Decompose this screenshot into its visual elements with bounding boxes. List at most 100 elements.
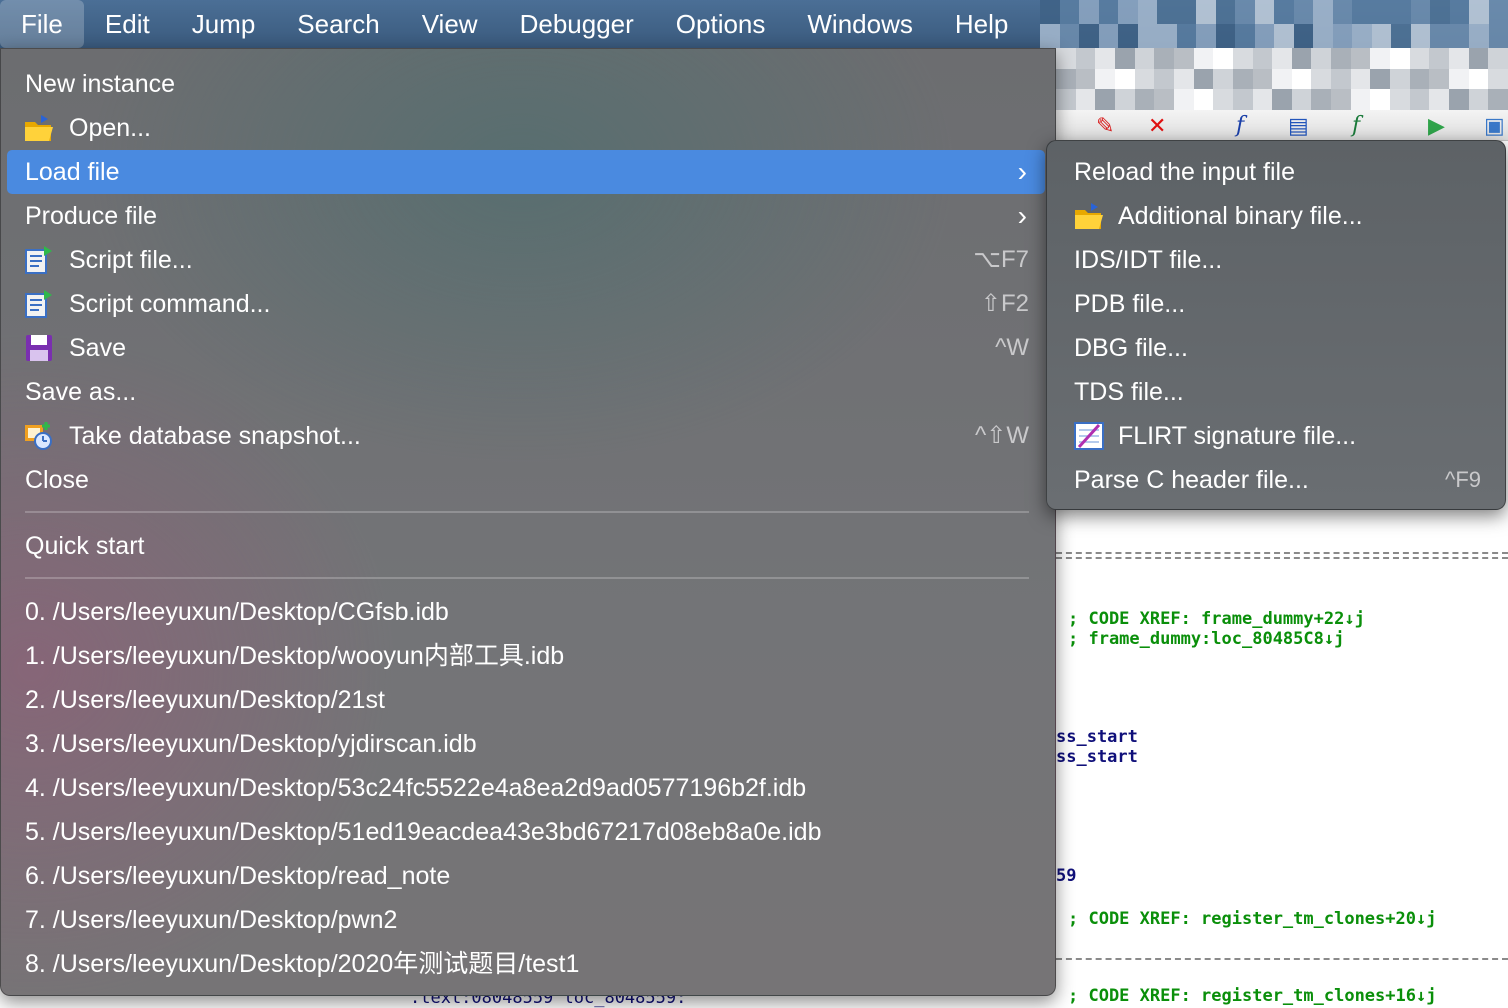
menu-help[interactable]: Help	[934, 0, 1029, 48]
mosaic-cell	[1469, 48, 1489, 69]
mosaic-cell	[1489, 0, 1508, 24]
menu-options[interactable]: Options	[655, 0, 787, 48]
submenu-arrow-icon: ›	[1018, 150, 1027, 194]
recent-file-item[interactable]: 0. /Users/leeyuxun/Desktop/CGfsb.idb	[7, 590, 1045, 634]
submenu-item-pdb[interactable]: PDB file...	[1053, 282, 1499, 326]
load-file-submenu: Reload the input file Additional binary …	[1046, 140, 1506, 510]
recent-file-item[interactable]: 4. /Users/leeyuxun/Desktop/53c24fc5522e4…	[7, 766, 1045, 810]
submenu-item-ids-idt[interactable]: IDS/IDT file...	[1053, 238, 1499, 282]
mosaic-cell	[1040, 0, 1060, 24]
mosaic-cell	[1056, 89, 1076, 110]
mosaic-cell	[1115, 69, 1135, 90]
mosaic-cell	[1095, 89, 1115, 110]
recent-file-item[interactable]: 3. /Users/leeyuxun/Desktop/yjdirscan.idb	[7, 722, 1045, 766]
recent-file-label: 3. /Users/leeyuxun/Desktop/yjdirscan.idb	[25, 722, 477, 766]
submenu-item-reload-input[interactable]: Reload the input file	[1053, 150, 1499, 194]
toolbar-window-icon[interactable]: ▣	[1484, 114, 1505, 138]
menu-item-label: Close	[25, 458, 89, 502]
menu-debugger[interactable]: Debugger	[499, 0, 655, 48]
mosaic-cell	[1292, 48, 1312, 69]
mosaic-cell	[1410, 69, 1430, 90]
menu-item-save[interactable]: Save ^W	[7, 326, 1045, 370]
menu-item-close[interactable]: Close	[7, 458, 1045, 502]
menu-item-label: Parse C header file...	[1074, 458, 1309, 502]
submenu-item-dbg[interactable]: DBG file...	[1053, 326, 1499, 370]
mosaic-cell	[1469, 69, 1489, 90]
recent-file-item[interactable]: 7. /Users/leeyuxun/Desktop/pwn2	[7, 898, 1045, 942]
shortcut-label: ^F9	[1445, 458, 1481, 502]
menu-edit[interactable]: Edit	[84, 0, 171, 48]
menu-item-label: Script file...	[69, 238, 193, 282]
mosaic-cell	[1233, 69, 1253, 90]
file-menu-dropdown: New instance Open... Load file › Produce…	[0, 48, 1056, 996]
menu-separator	[25, 511, 1029, 513]
mosaic-cell	[1099, 0, 1119, 24]
mosaic-cell	[1488, 69, 1508, 90]
recent-file-item[interactable]: 5. /Users/leeyuxun/Desktop/51ed19eacdea4…	[7, 810, 1045, 854]
menu-item-label: Quick start	[25, 524, 144, 568]
menu-view[interactable]: View	[401, 0, 499, 48]
mosaic-cell	[1095, 48, 1115, 69]
mosaic-cell	[1216, 24, 1236, 48]
toolbar-edit-icon[interactable]: ✎	[1096, 114, 1114, 138]
mosaic-cell	[1274, 0, 1294, 24]
menu-item-open[interactable]: Open...	[7, 106, 1045, 150]
submenu-item-parse-c-header[interactable]: Parse C header file... ^F9	[1053, 458, 1499, 502]
menu-file[interactable]: File	[0, 0, 84, 48]
mosaic-cell	[1311, 69, 1331, 90]
menu-item-take-snapshot[interactable]: Take database snapshot... ^⇧W	[7, 414, 1045, 458]
mosaic-cell	[1115, 89, 1135, 110]
toolbar-function-icon[interactable]: f	[1236, 114, 1244, 138]
mosaic-cell	[1469, 24, 1489, 48]
menu-item-produce-file[interactable]: Produce file ›	[7, 194, 1045, 238]
submenu-item-tds[interactable]: TDS file...	[1053, 370, 1499, 414]
mosaic-cell	[1274, 24, 1294, 48]
menu-windows[interactable]: Windows	[786, 0, 933, 48]
menu-item-script-file[interactable]: Script file... ⌥F7	[7, 238, 1045, 282]
mosaic-cell	[1138, 0, 1158, 24]
recent-file-item[interactable]: 2. /Users/leeyuxun/Desktop/21st	[7, 678, 1045, 722]
recent-file-item[interactable]: 6. /Users/leeyuxun/Desktop/read_note	[7, 854, 1045, 898]
recent-file-label: 1. /Users/leeyuxun/Desktop/wooyun内部工具.id…	[25, 634, 564, 678]
recent-file-item[interactable]: 8. /Users/leeyuxun/Desktop/2020年测试题目/tes…	[7, 942, 1045, 986]
submenu-item-additional-binary[interactable]: Additional binary file...	[1053, 194, 1499, 238]
menu-search[interactable]: Search	[276, 0, 400, 48]
toolbar-play-icon[interactable]: ▶	[1428, 114, 1445, 138]
mosaic-cell	[1076, 69, 1096, 90]
menu-item-script-command[interactable]: Script command... ⇧F2	[7, 282, 1045, 326]
mosaic-cell	[1157, 24, 1177, 48]
toolbar-function-run-icon[interactable]: f	[1352, 114, 1360, 138]
submenu-item-flirt[interactable]: FLIRT signature file...	[1053, 414, 1499, 458]
mosaic-cell	[1272, 69, 1292, 90]
pixelated-region	[1040, 0, 1508, 48]
toolbar-delete-icon[interactable]: ✕	[1148, 114, 1166, 138]
mosaic-cell	[1313, 0, 1333, 24]
mosaic-cell	[1099, 24, 1119, 48]
menu-item-new-instance[interactable]: New instance	[7, 62, 1045, 106]
mosaic-cell	[1056, 48, 1076, 69]
snapshot-icon	[23, 421, 55, 451]
recent-file-item[interactable]: 1. /Users/leeyuxun/Desktop/wooyun内部工具.id…	[7, 634, 1045, 678]
menu-item-load-file[interactable]: Load file ›	[7, 150, 1045, 194]
mosaic-cell	[1235, 0, 1255, 24]
shortcut-label: ⇧F2	[981, 282, 1029, 326]
mosaic-cell	[1177, 24, 1197, 48]
mosaic-cell	[1449, 69, 1469, 90]
mosaic-cell	[1352, 0, 1372, 24]
mosaic-cell	[1390, 69, 1410, 90]
menu-item-save-as[interactable]: Save as...	[7, 370, 1045, 414]
mosaic-cell	[1351, 89, 1371, 110]
mosaic-cell	[1450, 24, 1470, 48]
mosaic-cell	[1194, 89, 1214, 110]
code-comment: ; CODE XREF: register_tm_clones+20↓j	[1068, 909, 1436, 929]
toolbar-struct-icon[interactable]: ▤	[1288, 114, 1309, 138]
menu-item-quick-start[interactable]: Quick start	[7, 524, 1045, 568]
mosaic-cell	[1255, 24, 1275, 48]
shortcut-label: ^W	[995, 326, 1029, 370]
mosaic-cell	[1076, 48, 1096, 69]
menu-item-label: DBG file...	[1074, 326, 1188, 370]
menu-jump[interactable]: Jump	[171, 0, 277, 48]
mosaic-cell	[1351, 48, 1371, 69]
open-folder-icon	[1073, 201, 1105, 231]
mosaic-cell	[1233, 89, 1253, 110]
